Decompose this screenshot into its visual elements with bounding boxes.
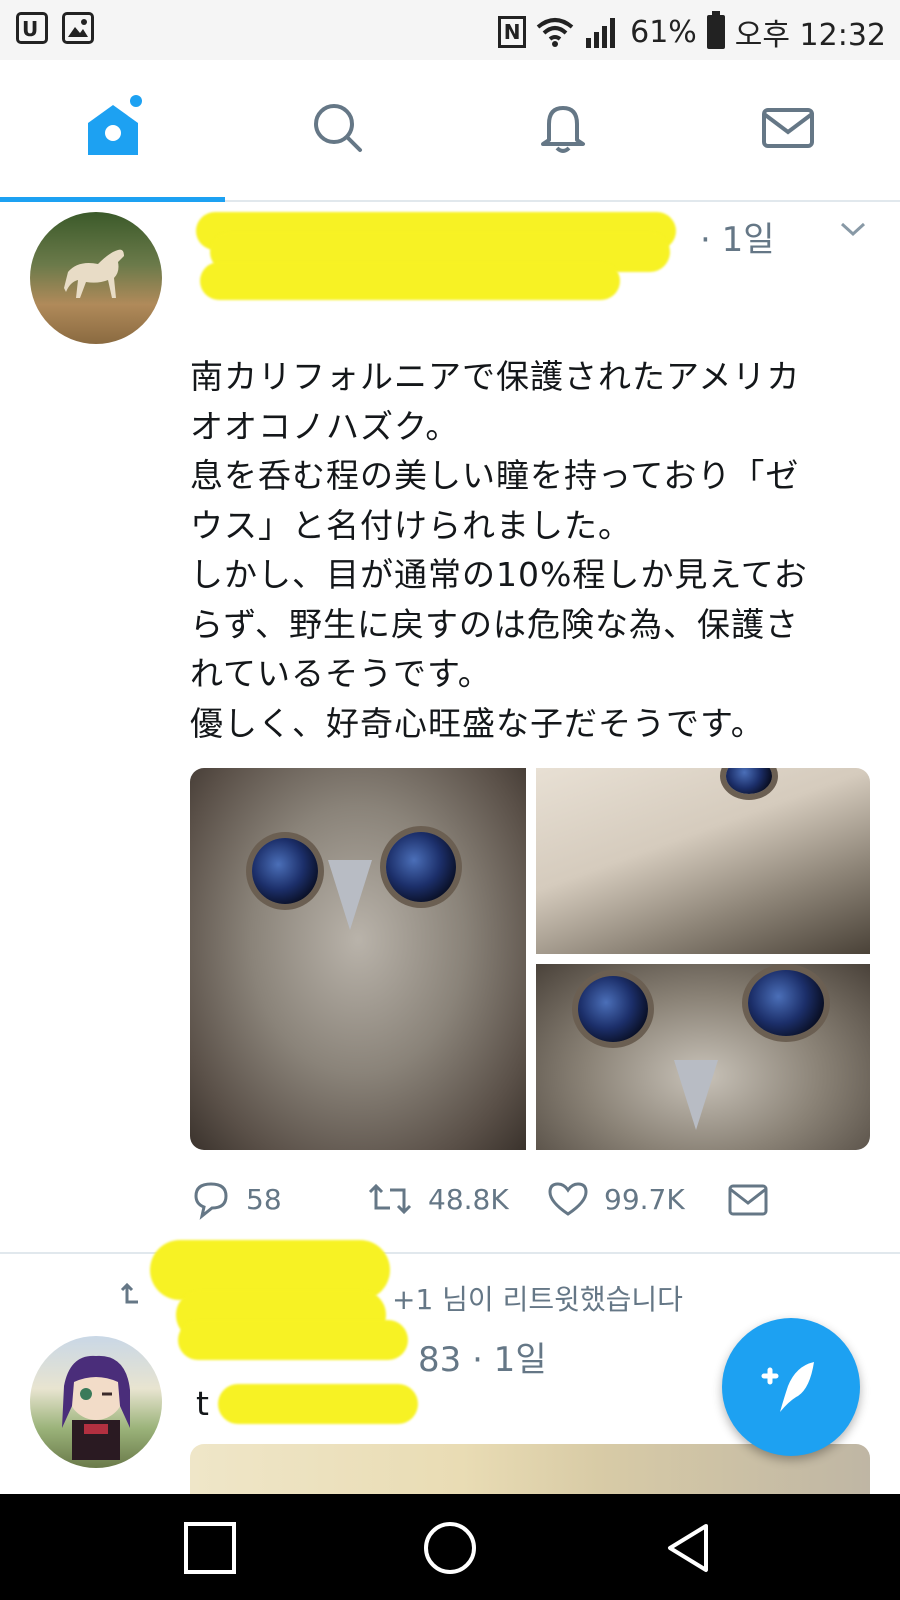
owl-photo-3[interactable] [536,964,870,1150]
direct-message-button[interactable] [726,1178,770,1220]
bell-icon [540,106,585,153]
avatar[interactable] [30,212,162,344]
redacted-text [218,1384,418,1424]
retweet-icon [120,1282,138,1304]
owl-eye [578,976,648,1042]
owl-eye [726,768,772,794]
avatar[interactable] [30,1336,162,1468]
android-nav-bar [0,1494,900,1600]
nfc-icon: N [498,16,527,48]
clock: 오후 12:32 [734,18,886,53]
battery-percent: 61% [630,14,697,50]
battery-icon [706,11,725,49]
tweet-text-line: らず、野生に戻すのは危険な為、保護さ [190,604,800,644]
owl-photo-2[interactable] [536,768,870,954]
horse-avatar-image [64,249,124,298]
wifi-icon [536,18,574,47]
tweet-text-line: 息を呑む程の美しい瞳を持っており「ゼ [190,456,800,495]
tweet-media-grid [190,768,870,1150]
tab-notifications[interactable] [450,60,675,196]
back-icon[interactable] [660,1518,720,1578]
tweet-text-line: 優しく、好奇心旺盛な子だそうです。 [190,703,765,743]
active-tab-indicator [0,197,225,202]
compose-tweet-button[interactable] [722,1318,860,1456]
status-bar: U N 61% 오후 12:32 [0,0,900,60]
compose-quill-icon [761,1362,814,1412]
tweet-time: · 1일 [700,220,775,260]
reply-icon [194,1182,228,1220]
retweet-context[interactable]: +1 님이 리트윗했습니다 [392,1278,683,1318]
tab-home[interactable] [0,60,225,196]
heart-icon [548,1182,588,1216]
tweet-text-start: t [196,1384,209,1423]
owl-eye [386,832,456,902]
owl-photo-1[interactable] [190,768,526,1150]
tweet-text-line: しかし、目が通常の10%程しか見えてお [190,555,808,594]
redacted-handle [200,262,620,300]
owl-eye [252,838,318,904]
retweet-button[interactable]: 48.8K [366,1178,509,1220]
recent-apps-icon[interactable] [180,1518,240,1578]
like-count: 99.7K [604,1182,685,1216]
home-icon [87,95,142,155]
retweet-icon [368,1183,412,1215]
mail-icon [728,1184,768,1216]
redacted-name [178,1320,408,1360]
image-notification-icon [62,12,94,44]
reply-button[interactable]: 58 [190,1178,282,1220]
search-icon [313,104,362,152]
reply-count: 58 [246,1182,282,1216]
owl-beak [674,1060,718,1130]
signal-icon [586,18,616,48]
owl-beak [328,860,372,930]
tweet-actions: 58 48.8K 99.7K [190,1178,870,1226]
tweet-handle-time: 83 · 1일 [418,1340,547,1380]
app-notification-icon: U [16,12,48,44]
owl-eye [748,970,824,1036]
tab-messages[interactable] [675,60,900,196]
like-button[interactable]: 99.7K [546,1178,685,1220]
tweet-text-line: オオコノハズク。 [190,406,460,446]
mail-icon [761,108,814,148]
top-tab-bar [0,60,900,202]
home-nav-icon[interactable] [420,1518,480,1578]
tab-search[interactable] [225,60,450,196]
retweet-count: 48.8K [428,1182,509,1216]
figure-avatar-image [62,1355,130,1460]
tweet-divider [0,1252,900,1254]
chevron-down-icon[interactable] [838,220,868,240]
svg-text:U: U [22,17,38,41]
tweet-text-line: れているそうです。 [190,654,492,693]
tweet-text-line: ウス」と名付けられました。 [190,505,632,545]
tweet-text-line: 南カリフォルニアで保護されたアメリカ [190,357,801,396]
tweet-text: 南カリフォルニアで保護されたアメリカ オオコノハズク。 息を呑む程の美しい瞳を持… [190,352,870,748]
